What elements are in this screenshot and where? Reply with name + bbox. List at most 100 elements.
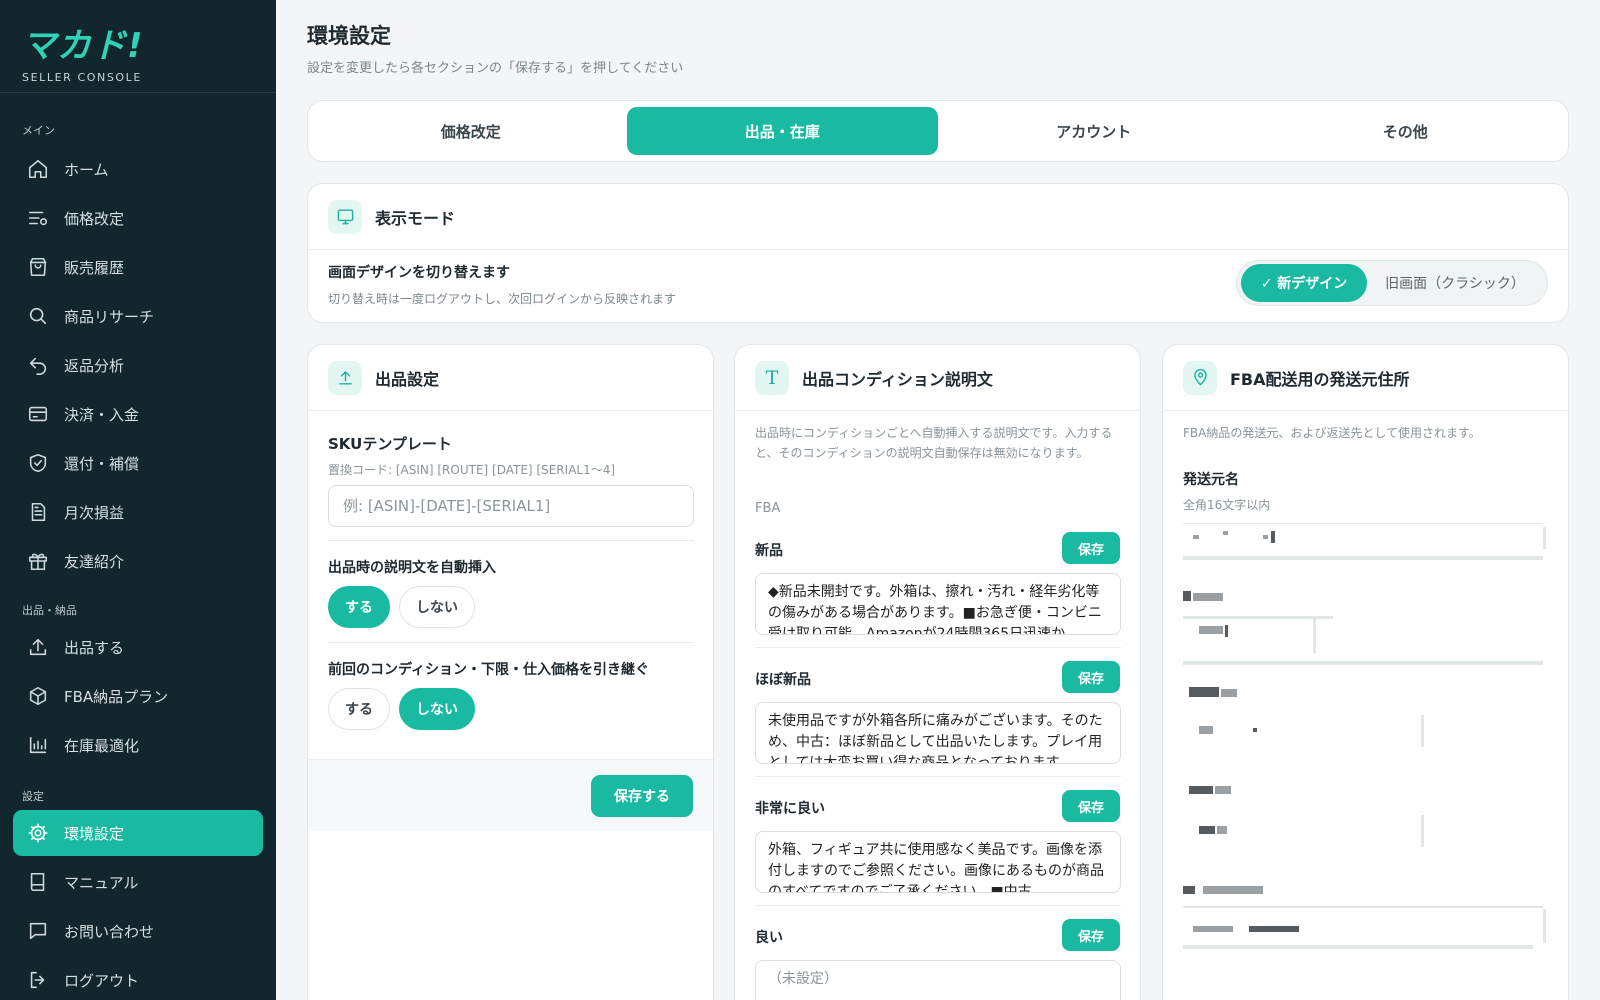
card-title: 表示モード — [375, 208, 456, 228]
tab-other[interactable]: その他 — [1250, 107, 1562, 155]
auto-description-no[interactable]: しない — [399, 586, 475, 628]
sidebar-item-referral[interactable]: 友達紹介 — [13, 538, 263, 584]
listing-settings-card: 出品設定 SKUテンプレート 置換コード: [ASIN] [ROUTE] [DA… — [307, 344, 714, 1000]
card-header: 表示モード — [308, 184, 1568, 250]
settings-tabs: 価格改定 出品・在庫 アカウント その他 — [307, 100, 1569, 162]
inherit-condition-no[interactable]: しない — [399, 688, 475, 730]
sidebar: マカド! SELLER CONSOLE メイン ホーム 価格改定 販売履歴 商品… — [0, 0, 276, 1000]
sidebar-item-inventory-optimization[interactable]: 在庫最適化 — [13, 722, 263, 768]
sidebar-section-main: メイン — [22, 124, 55, 137]
sku-template-help: 置換コード: [ASIN] [ROUTE] [DATE] [SERIAL1〜4] — [328, 463, 616, 477]
condition-description-help: 出品時にコンディションごとへ自動挿入する説明文です。入力すると、そのコンディショ… — [755, 426, 1113, 460]
fba-address-card: FBA配送用の発送元住所 FBA納品の発送元、および返送先として使用されます。 … — [1162, 344, 1569, 1000]
gear-icon — [26, 821, 50, 845]
sku-template-label: SKUテンプレート — [328, 435, 452, 453]
inherit-condition-options: する しない — [328, 688, 475, 730]
sidebar-item-price-revision[interactable]: 価格改定 — [13, 195, 263, 241]
tab-price-revision[interactable]: 価格改定 — [315, 107, 627, 155]
sidebar-item-label: 決済・入金 — [64, 405, 140, 424]
sender-name-label: 発送元名 — [1183, 472, 1239, 488]
sidebar-item-label: 在庫最適化 — [64, 736, 140, 755]
divider — [328, 642, 694, 643]
sender-name-help: 全角16文字以内 — [1183, 498, 1271, 512]
page-title: 環境設定 — [307, 24, 391, 48]
sidebar-item-contact[interactable]: お問い合わせ — [13, 908, 263, 954]
save-new-condition-button[interactable]: 保存 — [1062, 532, 1120, 564]
auto-description-yes[interactable]: する — [328, 586, 390, 628]
return-arrow-icon — [26, 353, 50, 377]
sku-template-input[interactable] — [328, 485, 694, 527]
sidebar-section-settings: 設定 — [22, 790, 44, 803]
sidebar-item-home[interactable]: ホーム — [13, 146, 263, 192]
condition-text-new[interactable]: ◆新品未開封です。外箱は、擦れ・汚れ・経年劣化等の傷みがある場合があります。■お… — [755, 573, 1121, 635]
upload-icon — [328, 360, 362, 395]
classic-design-option[interactable]: 旧画面（クラシック） — [1367, 264, 1543, 302]
divider — [755, 647, 1121, 648]
sidebar-item-payments[interactable]: 決済・入金 — [13, 391, 263, 437]
map-pin-icon — [1183, 360, 1217, 395]
condition-label-new: 新品 — [755, 543, 783, 559]
auto-description-label: 出品時の説明文を自動挿入 — [328, 560, 496, 576]
save-like-new-condition-button[interactable]: 保存 — [1062, 661, 1120, 693]
sidebar-item-label: ログアウト — [64, 971, 140, 990]
save-very-good-condition-button[interactable]: 保存 — [1062, 790, 1120, 822]
sidebar-item-label: 返品分析 — [64, 356, 125, 375]
save-listing-button[interactable]: 保存する — [591, 775, 693, 817]
chat-icon — [26, 919, 50, 943]
display-mode-help: 切り替え時は一度ログアウトし、次回ログインから反映されます — [328, 292, 677, 306]
design-toggle: ✓ 新デザイン 旧画面（クラシック） — [1236, 260, 1548, 306]
sidebar-item-settings[interactable]: 環境設定 — [13, 810, 263, 856]
card-header: T 出品コンディション説明文 — [735, 345, 1140, 411]
divider — [328, 540, 694, 541]
sidebar-item-label: 環境設定 — [64, 824, 125, 843]
inherit-condition-yes[interactable]: する — [328, 688, 390, 730]
new-design-option[interactable]: ✓ 新デザイン — [1241, 264, 1367, 302]
condition-text-very-good[interactable]: 外箱、フィギュア共に使用感なく美品です。画像を添付しますのでご参照ください。画像… — [755, 831, 1121, 893]
box-icon — [26, 684, 50, 708]
card-header: FBA配送用の発送元住所 — [1163, 345, 1568, 411]
display-mode-card: 表示モード 画面デザインを切り替えます 切り替え時は一度ログアウトし、次回ログイ… — [307, 183, 1569, 323]
sidebar-item-product-research[interactable]: 商品リサーチ — [13, 293, 263, 339]
brand[interactable]: マカド! SELLER CONSOLE — [22, 18, 144, 84]
sidebar-item-sales-history[interactable]: 販売履歴 — [13, 244, 263, 290]
sidebar-item-label: マニュアル — [64, 873, 139, 892]
tab-account[interactable]: アカウント — [938, 107, 1250, 155]
card-header: 出品設定 — [308, 345, 713, 411]
sidebar-item-label: FBA納品プラン — [64, 687, 169, 706]
auto-description-options: する しない — [328, 586, 475, 628]
sidebar-item-return-analysis[interactable]: 返品分析 — [13, 342, 263, 388]
page-subtitle: 設定を変更したら各セクションの「保存する」を押してください — [307, 61, 684, 76]
sidebar-item-label: 価格改定 — [64, 209, 125, 228]
card-title: 出品コンディション説明文 — [802, 369, 993, 389]
sidebar-item-label: 商品リサーチ — [64, 307, 155, 326]
tab-listing-inventory[interactable]: 出品・在庫 — [626, 107, 938, 155]
sidebar-item-label: お問い合わせ — [64, 922, 155, 941]
sidebar-item-logout[interactable]: ログアウト — [13, 957, 263, 1000]
sidebar-item-manual[interactable]: マニュアル — [13, 859, 263, 905]
document-icon — [26, 500, 50, 524]
display-mode-heading: 画面デザインを切り替えます — [328, 265, 510, 281]
text-icon: T — [755, 360, 789, 395]
logout-icon — [26, 968, 50, 992]
condition-label-good: 良い — [755, 930, 783, 946]
sidebar-item-list[interactable]: 出品する — [13, 624, 263, 670]
condition-description-card: T 出品コンディション説明文 出品時にコンディションごとへ自動挿入する説明文です… — [734, 344, 1141, 1000]
sidebar-item-monthly-pl[interactable]: 月次損益 — [13, 489, 263, 535]
brand-subtitle: SELLER CONSOLE — [22, 71, 142, 84]
condition-text-good[interactable]: （未設定） — [755, 960, 1121, 1000]
divider — [755, 776, 1121, 777]
sidebar-item-label: 販売履歴 — [64, 258, 125, 277]
sidebar-item-label: 還付・補償 — [64, 454, 140, 473]
monitor-icon — [328, 199, 362, 234]
sidebar-section-listing: 出品・納品 — [22, 604, 77, 617]
condition-text-like-new[interactable]: 未使用品ですが外箱各所に痛みがございます。そのため、中古：ほぼ新品として出品いた… — [755, 702, 1121, 764]
card-footer: 保存する — [308, 759, 713, 831]
price-list-icon — [26, 206, 50, 230]
sidebar-item-fba-plan[interactable]: FBA納品プラン — [13, 673, 263, 719]
sidebar-item-reimbursement[interactable]: 還付・補償 — [13, 440, 263, 486]
bar-chart-icon — [26, 733, 50, 757]
redacted-address-fields — [1163, 521, 1568, 1000]
sidebar-item-label: 月次損益 — [64, 503, 125, 522]
card-title: 出品設定 — [375, 369, 440, 389]
save-good-condition-button[interactable]: 保存 — [1062, 919, 1120, 951]
